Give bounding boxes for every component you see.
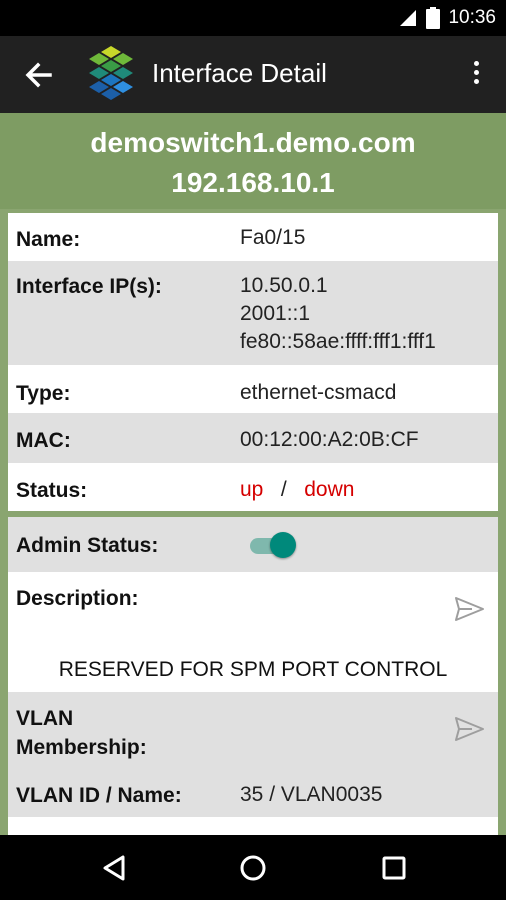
mac-value: 00:12:00:A2:0B:CF <box>240 428 419 451</box>
interface-ips-row: Interface IP(s): 10.50.0.1 2001::1 fe80:… <box>8 261 498 365</box>
app-logo <box>84 44 138 104</box>
name-row: Name: Fa0/15 <box>8 213 498 261</box>
mac-row: MAC: 00:12:00:A2:0B:CF <box>8 413 498 463</box>
circle-home-icon <box>240 855 266 881</box>
arrow-left-icon <box>25 62 52 88</box>
clock: 10:36 <box>448 7 496 28</box>
vlan-membership-label-2: Membership: <box>16 736 147 759</box>
vlan-id-row: VLAN ID / Name: 35 / VLAN0035 <box>8 767 498 817</box>
triangle-back-icon <box>103 855 125 881</box>
send-icon <box>455 597 484 621</box>
edit-description-button[interactable] <box>452 592 486 626</box>
nav-home-button[interactable] <box>234 849 272 887</box>
vlan-id-label: VLAN ID / Name: <box>16 784 182 807</box>
dot-icon <box>473 61 479 66</box>
edit-vlan-button[interactable] <box>452 712 486 746</box>
battery-icon <box>426 7 441 29</box>
admin-status-label: Admin Status: <box>16 534 159 557</box>
status-row: Status: up / down <box>8 463 498 511</box>
admin-status-text: down <box>304 478 355 501</box>
type-value: ethernet-csmacd <box>240 381 397 404</box>
description-row: Description: RESERVED FOR SPM PORT CONTR… <box>8 572 498 692</box>
navigation-bar <box>0 835 506 900</box>
type-row: Type: ethernet-csmacd <box>8 365 498 413</box>
interface-ip-3: fe80::58ae:ffff:fff1:fff1 <box>240 330 436 353</box>
interface-ip-1: 10.50.0.1 <box>240 274 328 297</box>
description-value: RESERVED FOR SPM PORT CONTROL <box>58 658 448 681</box>
app-bar: Interface Detail <box>0 36 506 113</box>
admin-status-row: Admin Status: <box>8 517 498 572</box>
device-hostname: demoswitch1.demo.com <box>90 127 416 158</box>
vlan-membership-label-1: VLAN <box>16 707 74 730</box>
overflow-menu-button[interactable] <box>464 58 488 92</box>
app-logo-icon <box>89 46 133 100</box>
signal-icon <box>400 10 417 26</box>
name-value: Fa0/15 <box>240 226 306 249</box>
device-header: demoswitch1.demo.com 192.168.10.1 <box>0 113 506 209</box>
status-icons: 10:36 <box>398 6 496 30</box>
dot-icon <box>473 79 479 84</box>
status-bar: 10:36 <box>0 0 506 36</box>
status-separator: / <box>280 478 287 501</box>
admin-status-toggle[interactable] <box>246 531 296 559</box>
app-title: Interface Detail <box>152 58 327 88</box>
nav-recents-button[interactable] <box>375 849 413 887</box>
oper-status: up <box>240 478 264 501</box>
nav-back-button[interactable] <box>96 849 134 887</box>
interface-ips-label: Interface IP(s): <box>16 275 162 298</box>
mac-label: MAC: <box>16 429 71 452</box>
name-label: Name: <box>16 228 81 251</box>
interface-config-card: Admin Status: Description: RESERVED FOR … <box>8 517 498 835</box>
status-value: up / down <box>240 476 354 504</box>
status-label: Status: <box>16 479 88 502</box>
square-recents-icon <box>382 856 406 880</box>
toggle-thumb <box>270 532 296 558</box>
interface-ip-2: 2001::1 <box>240 302 311 325</box>
send-icon <box>455 717 484 741</box>
type-label: Type: <box>16 382 71 405</box>
vlan-membership-row: VLAN Membership: <box>8 692 498 767</box>
interface-details-card: Name: Fa0/15 Interface IP(s): 10.50.0.1 … <box>8 213 498 511</box>
device-ip: 192.168.10.1 <box>171 167 335 198</box>
back-button[interactable] <box>18 56 58 96</box>
dot-icon <box>473 70 479 75</box>
vlan-id-value: 35 / VLAN0035 <box>240 783 383 806</box>
description-label: Description: <box>16 587 139 610</box>
